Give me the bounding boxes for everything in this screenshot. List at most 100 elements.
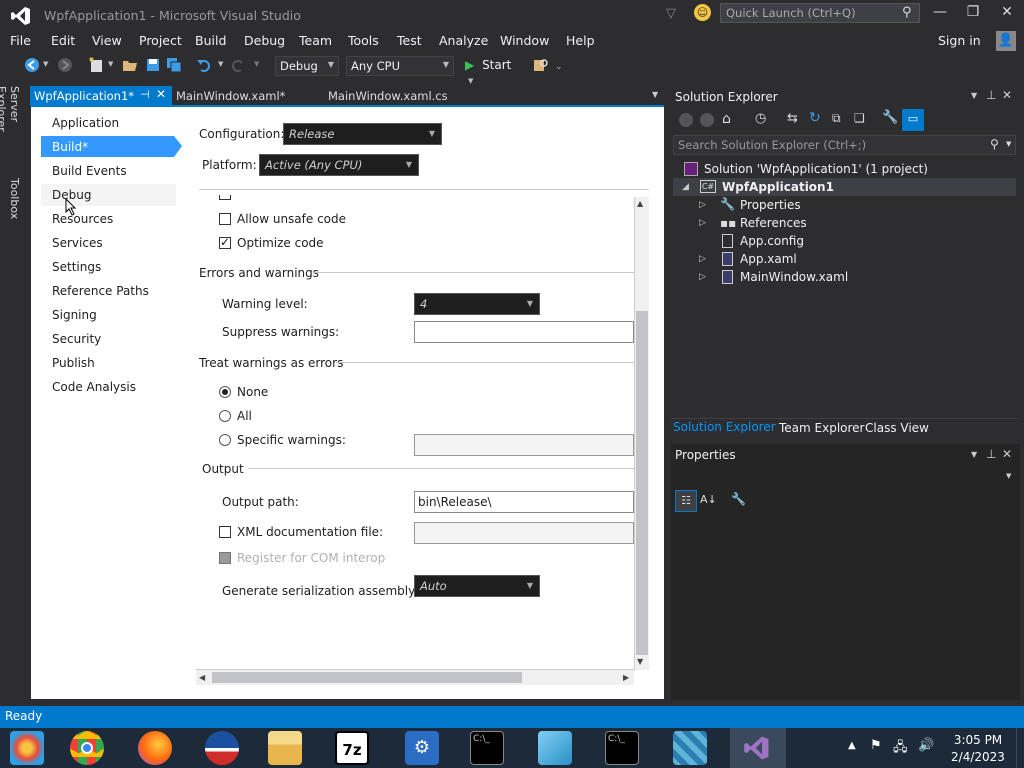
puzzle-app-icon[interactable]: [673, 731, 707, 765]
show-hidden-icons-icon[interactable]: ▲: [848, 740, 856, 751]
scroll-left-icon[interactable]: ◀: [199, 673, 205, 682]
xml-documentation-checkbox[interactable]: [219, 526, 231, 538]
notification-flag-icon[interactable]: ▽: [666, 6, 676, 21]
treat-none-label[interactable]: None: [237, 385, 268, 399]
solution-platform-combo[interactable]: Any CPU ▼: [346, 56, 454, 76]
new-project-icon[interactable]: [88, 57, 106, 75]
references-expand-arrow-icon[interactable]: ▷: [699, 218, 706, 228]
redo-dropdown-icon[interactable]: ▼: [254, 60, 259, 68]
partially-hidden-checkbox[interactable]: [219, 195, 231, 200]
tab-mainwindow-xaml-cs[interactable]: MainWindow.xaml.cs: [328, 89, 448, 103]
find-in-files-icon[interactable]: [533, 57, 551, 75]
minimize-button[interactable]: —: [927, 4, 953, 24]
nav-security[interactable]: Security: [52, 332, 101, 346]
treat-all-label[interactable]: All: [237, 409, 252, 423]
menu-help[interactable]: Help: [566, 33, 595, 48]
menu-test[interactable]: Test: [397, 33, 422, 48]
vertical-scrollbar[interactable]: ▲ ▼: [634, 197, 649, 670]
menu-debug[interactable]: Debug: [244, 33, 285, 48]
output-path-input[interactable]: bin\Release\: [414, 491, 634, 513]
configuration-dropdown[interactable]: Release ▼: [283, 123, 442, 145]
solution-node[interactable]: Solution 'WpfApplication1' (1 project): [704, 162, 928, 176]
settings-app-icon[interactable]: ⚙: [405, 731, 439, 765]
command-prompt-icon[interactable]: C:\_: [470, 731, 504, 765]
scroll-down-icon[interactable]: ▼: [637, 657, 643, 666]
nav-settings[interactable]: Settings: [52, 260, 101, 274]
warning-level-dropdown[interactable]: 4 ▼: [414, 293, 540, 315]
pin-icon[interactable]: ⊣: [140, 88, 150, 101]
show-desktop-button[interactable]: [1016, 728, 1024, 768]
menu-view[interactable]: View: [92, 33, 122, 48]
sign-in-link[interactable]: Sign in: [938, 33, 981, 48]
tree-item-properties[interactable]: Properties: [740, 198, 801, 212]
menu-tools[interactable]: Tools: [348, 33, 379, 48]
collapse-all-icon[interactable]: ⧉: [832, 111, 841, 126]
se-back-icon[interactable]: [679, 113, 693, 127]
nav-application[interactable]: Application: [52, 116, 119, 130]
menu-window[interactable]: Window: [500, 33, 549, 48]
tab-team-explorer[interactable]: Team Explorer: [779, 421, 865, 435]
vertical-scroll-thumb[interactable]: [636, 311, 648, 655]
xml-documentation-label[interactable]: XML documentation file:: [237, 525, 383, 539]
scroll-up-icon[interactable]: ▲: [637, 199, 643, 208]
mainwindow-expand-arrow-icon[interactable]: ▷: [699, 272, 706, 282]
show-all-files-icon[interactable]: ❏: [854, 111, 865, 125]
firefox-app-icon[interactable]: [138, 731, 172, 765]
properties-wrench-icon[interactable]: 🔧: [882, 110, 898, 125]
treat-all-radio[interactable]: [219, 410, 231, 422]
tree-item-mainwindow-xaml[interactable]: MainWindow.xaml: [740, 270, 848, 284]
project-expanded-arrow-icon[interactable]: ◢: [682, 182, 689, 192]
platform-dropdown[interactable]: Active (Any CPU) ▼: [259, 154, 419, 176]
se-search-dropdown-icon[interactable]: ▼: [1006, 140, 1011, 148]
nav-reference-paths[interactable]: Reference Paths: [52, 284, 149, 298]
save-icon[interactable]: [145, 57, 163, 75]
action-center-flag-icon[interactable]: ⚑: [870, 738, 882, 753]
nav-publish[interactable]: Publish: [52, 356, 95, 370]
se-search-icon[interactable]: ⚲: [990, 137, 999, 151]
undo-dropdown-icon[interactable]: ▼: [218, 60, 223, 68]
tab-list-dropdown-icon[interactable]: ▼: [652, 90, 658, 99]
solution-configuration-combo[interactable]: Debug ▼: [275, 56, 339, 76]
horizontal-scroll-thumb[interactable]: [212, 672, 522, 683]
save-all-icon[interactable]: [166, 57, 184, 75]
properties-expand-arrow-icon[interactable]: ▷: [699, 200, 706, 210]
menu-team[interactable]: Team: [299, 33, 332, 48]
search-icon[interactable]: ⚲: [902, 5, 912, 20]
start-button[interactable]: ▶ Start ▼: [465, 58, 523, 85]
tab-mainwindow-xaml[interactable]: MainWindow.xaml*: [176, 89, 285, 103]
tree-item-references[interactable]: References: [740, 216, 807, 230]
quick-launch-input[interactable]: Quick Launch (Ctrl+Q): [720, 3, 920, 23]
back-arrow-icon[interactable]: [24, 57, 42, 75]
toolbox-tab[interactable]: Toolbox: [3, 178, 21, 222]
nav-resources[interactable]: Resources: [52, 212, 113, 226]
nav-build-events[interactable]: Build Events: [52, 164, 127, 178]
close-tab-icon[interactable]: ✕: [156, 87, 166, 101]
horizontal-scrollbar[interactable]: ◀ ▶: [196, 669, 634, 685]
obama-campaign-app-icon[interactable]: [205, 731, 239, 765]
optimize-code-checkbox[interactable]: [219, 235, 231, 249]
nav-code-analysis[interactable]: Code Analysis: [52, 380, 136, 394]
clock-date[interactable]: 2/4/2023: [948, 750, 1008, 764]
clock-time[interactable]: 3:05 PM: [948, 733, 1008, 747]
project-node[interactable]: WpfApplication1: [722, 180, 834, 194]
command-prompt-icon-2[interactable]: C:\_: [605, 731, 639, 765]
tree-item-app-xaml[interactable]: App.xaml: [740, 252, 797, 266]
nav-services[interactable]: Services: [52, 236, 103, 250]
home-icon[interactable]: ⌂: [722, 111, 731, 127]
account-avatar-icon[interactable]: 👤: [996, 31, 1016, 51]
optimize-code-label[interactable]: Optimize code: [237, 236, 324, 250]
open-file-icon[interactable]: [122, 57, 140, 75]
property-pages-icon[interactable]: 🔧: [731, 492, 746, 506]
pending-changes-icon[interactable]: ◷: [755, 111, 766, 126]
serialization-dropdown[interactable]: Auto ▼: [414, 575, 540, 597]
menu-file[interactable]: File: [10, 33, 31, 48]
tab-wpfapplication1[interactable]: WpfApplication1* ⊣ ✕: [30, 86, 172, 106]
notepad-app-icon[interactable]: [538, 731, 572, 765]
pane-pin-icon[interactable]: ⊥: [986, 88, 996, 102]
props-options-icon[interactable]: ▼: [971, 450, 977, 459]
props-pin-icon[interactable]: ⊥: [986, 447, 996, 461]
toolbar-overflow-icon[interactable]: ⌄: [555, 62, 563, 72]
close-window-button[interactable]: ✕: [994, 4, 1020, 24]
feedback-smiley-icon[interactable]: ☺: [694, 4, 711, 21]
treat-specific-label[interactable]: Specific warnings:: [237, 433, 346, 447]
